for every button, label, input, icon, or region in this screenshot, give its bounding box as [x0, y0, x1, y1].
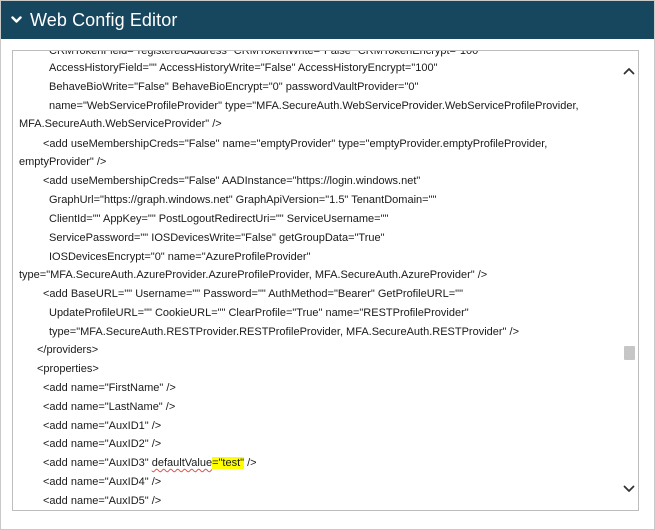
code-text: />: [244, 457, 257, 469]
code-line: <add BaseURL="" Username="" Password="" …: [43, 288, 463, 300]
code-line-auxid3: <add name="AuxID3" defaultValue="test" /…: [43, 456, 257, 470]
code-line: IOSDevicesEncrypt="0" name="AzureProfile…: [49, 251, 311, 263]
code-line: <add name="AuxID2" />: [43, 438, 162, 450]
code-line: <add name="LastName" />: [43, 401, 176, 413]
code-line: name="WebServiceProfileProvider" type="M…: [49, 100, 579, 112]
chevron-down-icon[interactable]: [622, 482, 636, 496]
code-line: ClientId="" AppKey="" PostLogoutRedirect…: [49, 213, 389, 225]
code-line: emptyProvider" />: [19, 156, 107, 168]
code-line: AccessHistoryField="" AccessHistoryWrite…: [49, 62, 438, 74]
code-line: <add useMembershipCreds="False" AADInsta…: [43, 175, 421, 187]
spellcheck-flagged-attribute[interactable]: defaultValue: [152, 457, 212, 469]
highlighted-value: ="test": [212, 457, 245, 469]
panel-title: Web Config Editor: [30, 9, 178, 30]
code-line: <add useMembershipCreds="False" name="em…: [43, 138, 548, 150]
code-line: GraphUrl="https://graph.windows.net" Gra…: [49, 194, 437, 206]
code-text: <add name="AuxID3": [43, 457, 152, 469]
code-line: UpdateProfileURL="" CookieURL="" ClearPr…: [49, 307, 469, 319]
web-config-editor-panel: Web Config Editor CRMTokenField="registe…: [0, 0, 655, 530]
code-line: <properties>: [37, 363, 99, 375]
code-line: <add name="AuxID4" />: [43, 476, 162, 488]
config-text-editor[interactable]: CRMTokenField="registeredAddress" CRMTok…: [12, 50, 639, 511]
code-line: type="MFA.SecureAuth.RESTProvider.RESTPr…: [49, 326, 519, 338]
code-line: type="MFA.SecureAuth.AzureProvider.Azure…: [19, 269, 488, 281]
chevron-up-icon[interactable]: [622, 64, 636, 78]
code-line: </providers>: [37, 344, 99, 356]
code-line: CRMTokenField="registeredAddress" CRMTok…: [49, 50, 483, 57]
code-line: ServicePassword="" IOSDevicesWrite="Fals…: [49, 232, 385, 244]
code-line: <add name="AuxID5" />: [43, 495, 162, 507]
vertical-scrollbar[interactable]: [620, 51, 638, 510]
code-line: BehaveBioWrite="False" BehaveBioEncrypt=…: [49, 81, 419, 93]
panel-header[interactable]: Web Config Editor: [1, 1, 654, 39]
code-line: <add name="FirstName" />: [43, 382, 176, 394]
chevron-down-icon[interactable]: [10, 14, 23, 27]
code-line: <add name="AuxID1" />: [43, 420, 162, 432]
scrollbar-thumb[interactable]: [624, 346, 635, 360]
code-line: MFA.SecureAuth.WebServiceProvider" />: [19, 118, 222, 130]
